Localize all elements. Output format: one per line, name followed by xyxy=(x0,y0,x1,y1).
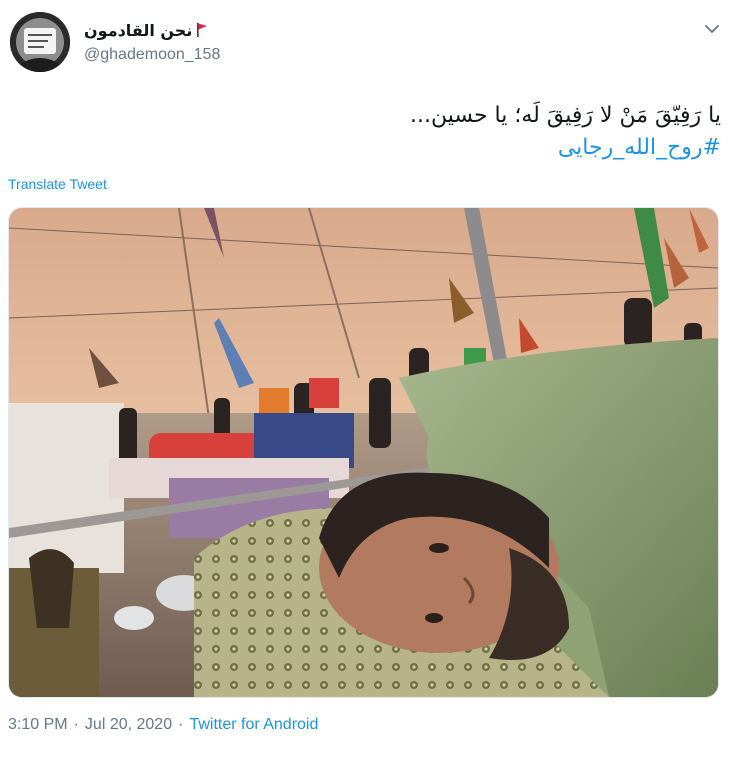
tweet-card: نحن القادمون @ghademoon_158 یا رَفِیّقَ … xyxy=(0,0,737,758)
tweet-time[interactable]: 3:10 PM xyxy=(8,716,68,734)
footer-separator: · xyxy=(73,716,79,733)
hashtag-link[interactable]: #روح_الله_رجایی xyxy=(21,132,721,164)
tweet-date[interactable]: Jul 20, 2020 xyxy=(85,716,172,734)
red-flag-icon xyxy=(197,23,208,37)
avatar[interactable] xyxy=(10,12,70,72)
tweet-header: نحن القادمون @ghademoon_158 xyxy=(10,12,727,76)
tweet-footer: 3:10 PM · Jul 20, 2020 · Twitter for And… xyxy=(8,716,318,734)
footer-separator-2: · xyxy=(178,716,184,733)
user-handle[interactable]: @ghademoon_158 xyxy=(84,46,220,64)
display-name[interactable]: نحن القادمون xyxy=(84,21,192,40)
tweet-source-link[interactable]: Twitter for Android xyxy=(189,716,318,734)
tweet-media-photo[interactable] xyxy=(8,207,719,698)
tweet-text: یا رَفِیّقَ مَنْ لا رَفِیقَ لَه؛ یا حسین… xyxy=(21,100,721,164)
translate-tweet-link[interactable]: Translate Tweet xyxy=(8,176,107,192)
avatar-image xyxy=(10,12,70,72)
author-names: نحن القادمون @ghademoon_158 xyxy=(84,18,220,64)
chevron-down-icon[interactable] xyxy=(701,18,723,40)
tweet-body: یا رَفِیّقَ مَنْ لا رَفِیقَ لَه؛ یا حسین… xyxy=(409,103,721,128)
display-name-row[interactable]: نحن القادمون xyxy=(84,18,220,42)
photo-scene xyxy=(9,208,718,697)
